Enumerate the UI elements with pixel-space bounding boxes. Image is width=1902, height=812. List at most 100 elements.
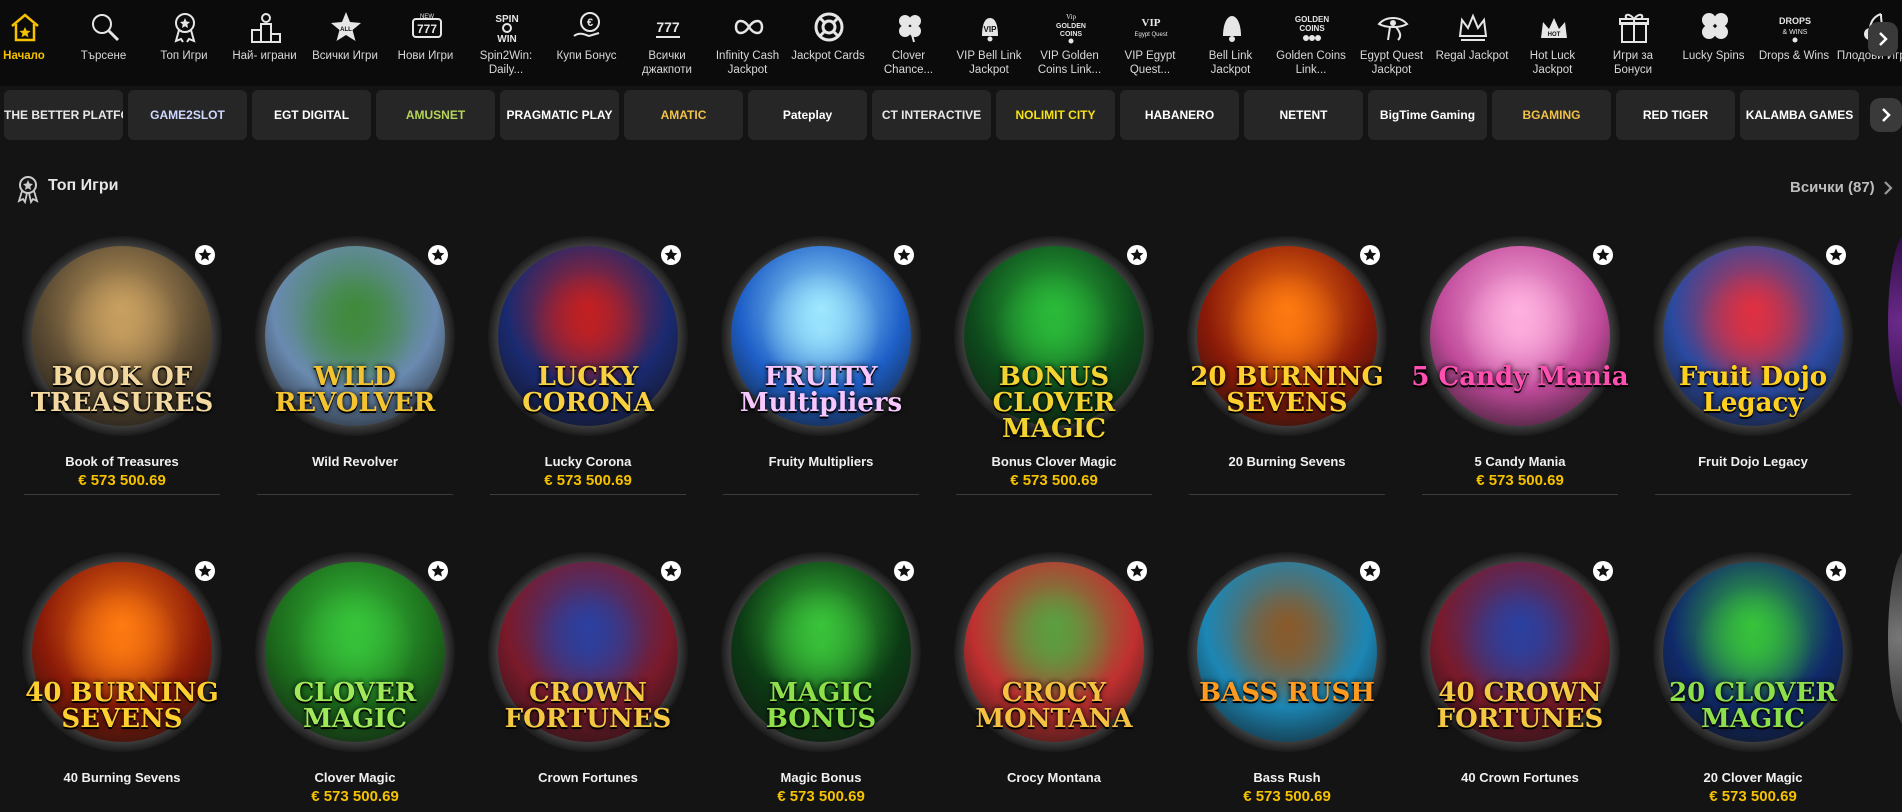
provider-tile[interactable]: NOLIMIT CITY xyxy=(996,90,1115,140)
provider-tile[interactable]: HABANERO xyxy=(1120,90,1239,140)
game-tile[interactable]: MAGIC BONUSMagic Bonus€ 573 500.69 xyxy=(711,552,931,812)
nav-item-7[interactable]: €Купи Бонус xyxy=(549,0,625,86)
game-tile[interactable]: CROCY MONTANACrocy Montana xyxy=(944,552,1164,812)
nav-item-6[interactable]: SPINWINSpin2Win: Daily... xyxy=(468,0,544,86)
partial-game-tile[interactable] xyxy=(1888,548,1902,728)
jackpot-amount: € 573 500.69 xyxy=(1177,788,1397,805)
provider-tile[interactable]: BigTime Gaming xyxy=(1368,90,1487,140)
provider-logo: GAME2SLOT xyxy=(128,90,247,140)
game-tile[interactable]: CROWN FORTUNESCrown Fortunes xyxy=(478,552,698,812)
favorite-star-icon[interactable] xyxy=(194,560,216,582)
favorite-star-icon[interactable] xyxy=(427,560,449,582)
favorite-star-icon[interactable] xyxy=(1825,244,1847,266)
game-name: Magic Bonus xyxy=(711,770,931,785)
game-logo: CLOVER MAGIC xyxy=(245,680,465,732)
nav-item-10[interactable]: Jackpot Cards xyxy=(790,0,866,86)
favorite-star-icon[interactable] xyxy=(1592,244,1614,266)
svg-text:GOLDEN: GOLDEN xyxy=(1295,15,1329,24)
nav-item-16[interactable]: GOLDENCOINSGolden Coins Link... xyxy=(1273,0,1349,86)
provider-tile[interactable]: EGT DIGITAL xyxy=(252,90,371,140)
favorite-star-icon[interactable] xyxy=(427,244,449,266)
nav-item-4[interactable]: ALLВсички Игри xyxy=(307,0,383,86)
nav-item-20[interactable]: Игри за Бонуси xyxy=(1595,0,1671,86)
provider-tile[interactable]: KALAMBA GAMES xyxy=(1740,90,1859,140)
svg-text:HOT: HOT xyxy=(1547,32,1560,38)
game-logo: 40 CROWN FORTUNES xyxy=(1410,680,1630,732)
game-tile[interactable]: 20 CLOVER MAGIC20 Clover Magic€ 573 500.… xyxy=(1643,552,1863,812)
nav-item-label: Нови Игри xyxy=(386,49,466,63)
svg-text:& WINS: & WINS xyxy=(1783,29,1808,36)
nav-item-11[interactable]: Clover Chance... xyxy=(871,0,947,86)
partial-game-tile[interactable] xyxy=(1888,232,1902,412)
game-tile[interactable]: FRUITY MultipliersFruity Multipliers xyxy=(711,236,931,496)
nav-item-15[interactable]: Bell Link Jackpot xyxy=(1193,0,1269,86)
game-name: Bonus Clover Magic xyxy=(944,454,1164,469)
favorite-star-icon[interactable] xyxy=(893,560,915,582)
provider-tile[interactable]: AMATIC xyxy=(624,90,743,140)
view-all-link[interactable]: Всички (87) xyxy=(1790,179,1875,196)
game-tile[interactable]: CLOVER MAGICClover Magic€ 573 500.69 xyxy=(245,552,465,812)
game-tile[interactable]: BOOK OF TREASURESBook of Treasures€ 573 … xyxy=(12,236,232,496)
favorite-star-icon[interactable] xyxy=(660,560,682,582)
nav-item-1[interactable]: Търсене xyxy=(66,0,142,86)
nav-item-14[interactable]: VIPEgypt QuestVIP Egypt Quest... xyxy=(1112,0,1188,86)
provider-tile[interactable]: CT INTERACTIVE xyxy=(872,90,991,140)
favorite-star-icon[interactable] xyxy=(1825,560,1847,582)
svg-text:GOLDEN: GOLDEN xyxy=(1056,23,1086,30)
favorite-star-icon[interactable] xyxy=(1126,244,1148,266)
favorite-star-icon[interactable] xyxy=(660,244,682,266)
game-tile[interactable]: 40 CROWN FORTUNES40 Crown Fortunes xyxy=(1410,552,1630,812)
chevron-right-icon xyxy=(1880,33,1886,45)
provider-tile[interactable]: AMUSNET xyxy=(376,90,495,140)
favorite-star-icon[interactable] xyxy=(1126,560,1148,582)
provider-tile[interactable]: PRAGMATIC PLAY xyxy=(500,90,619,140)
provider-tile[interactable]: THE BETTER PLATFORM xyxy=(4,90,123,140)
game-tile[interactable]: BONUS CLOVER MAGICBonus Clover Magic€ 57… xyxy=(944,236,1164,496)
nav-item-label: Топ Игри xyxy=(144,49,224,63)
nav-item-17[interactable]: Egypt Quest Jackpot xyxy=(1354,0,1430,86)
favorite-star-icon[interactable] xyxy=(1592,560,1614,582)
provider-tile[interactable]: GAME2SLOT xyxy=(128,90,247,140)
home-icon xyxy=(8,10,42,44)
nav-item-3[interactable]: Най- играни xyxy=(227,0,303,86)
jackpot-amount: € 573 500.69 xyxy=(944,472,1164,489)
chevron-right-icon[interactable] xyxy=(1882,180,1894,196)
provider-tile[interactable]: NETENT xyxy=(1244,90,1363,140)
provider-tile[interactable]: RED TIGER xyxy=(1616,90,1735,140)
nav-item-2[interactable]: Топ Игри xyxy=(146,0,222,86)
provider-strip: THE BETTER PLATFORMGAME2SLOTEGT DIGITALA… xyxy=(0,90,1902,140)
game-tile[interactable]: 5 Candy Mania5 Candy Mania€ 573 500.69 xyxy=(1410,236,1630,496)
game-tile[interactable]: 20 BURNING SEVENS20 Burning Sevens xyxy=(1177,236,1397,496)
favorite-star-icon[interactable] xyxy=(1359,244,1381,266)
game-tile[interactable]: LUCKY CORONALucky Corona€ 573 500.69 xyxy=(478,236,698,496)
nav-item-5[interactable]: 777NEWНови Игри xyxy=(388,0,464,86)
svg-text:COINS: COINS xyxy=(1059,31,1082,38)
drops-wins-icon: DROPS& WINS xyxy=(1778,10,1812,44)
providers-scroll-right-button[interactable] xyxy=(1870,98,1902,132)
nav-item-8[interactable]: 777Всички джакпоти xyxy=(629,0,705,86)
nav-item-13[interactable]: VipGOLDENCOINSVIP Golden Coins Link... xyxy=(1032,0,1108,86)
game-name: Fruit Dojo Legacy xyxy=(1643,454,1863,469)
game-name: Clover Magic xyxy=(245,770,465,785)
favorite-star-icon[interactable] xyxy=(893,244,915,266)
favorite-star-icon[interactable] xyxy=(1359,560,1381,582)
provider-logo: AMATIC xyxy=(624,90,743,140)
game-tile[interactable]: Fruit Dojo LegacyFruit Dojo Legacy xyxy=(1643,236,1863,496)
nav-item-21[interactable]: Lucky Spins xyxy=(1676,0,1752,86)
game-tile[interactable]: 40 BURNING SEVENS40 Burning Sevens xyxy=(12,552,232,812)
jackpot-amount: € 573 500.69 xyxy=(12,472,232,489)
provider-tile[interactable]: Pateplay xyxy=(748,90,867,140)
gift-icon xyxy=(1617,10,1651,44)
provider-tile[interactable]: BGAMING xyxy=(1492,90,1611,140)
nav-item-12[interactable]: VIPVIP Bell Link Jackpot xyxy=(951,0,1027,86)
nav-item-19[interactable]: HOTHot Luck Jackpot xyxy=(1515,0,1591,86)
nav-item-9[interactable]: Infinity Cash Jackpot xyxy=(710,0,786,86)
favorite-star-icon[interactable] xyxy=(194,244,216,266)
game-tile[interactable]: WILD REVOLVERWild Revolver xyxy=(245,236,465,496)
nav-scroll-right-button[interactable] xyxy=(1868,22,1898,56)
nav-item-18[interactable]: Regal Jackpot xyxy=(1434,0,1510,86)
game-name: Bass Rush xyxy=(1177,770,1397,785)
game-tile[interactable]: BASS RUSHBass Rush€ 573 500.69 xyxy=(1177,552,1397,812)
nav-item-22[interactable]: DROPS& WINSDrops & Wins xyxy=(1756,0,1832,86)
nav-item-0[interactable]: Начало xyxy=(0,0,62,86)
